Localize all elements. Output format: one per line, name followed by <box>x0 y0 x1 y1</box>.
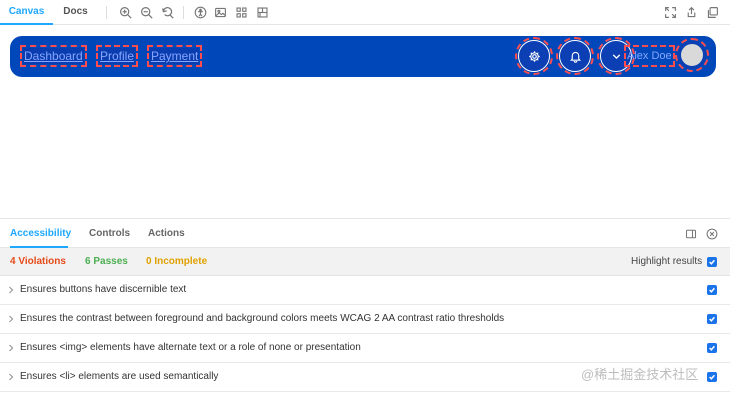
avatar[interactable] <box>675 38 709 72</box>
check-icon <box>709 374 715 380</box>
results-summary: 4 Violations 6 Passes 0 Incomplete Highl… <box>0 248 730 276</box>
top-toolbar: Canvas Docs <box>0 0 730 25</box>
rule-highlight-checkbox[interactable] <box>707 343 717 353</box>
chevron-right-icon <box>9 286 14 294</box>
violations-tab[interactable]: 4 Violations <box>10 248 66 276</box>
incomplete-tab[interactable]: 0 Incomplete <box>146 248 207 276</box>
chevron-right-icon <box>9 373 14 381</box>
tab-actions[interactable]: Actions <box>148 219 185 248</box>
check-icon <box>709 345 715 351</box>
rule-highlight-checkbox[interactable] <box>707 372 717 382</box>
rule-description: Ensures the contrast between foreground … <box>20 313 505 324</box>
bell-icon <box>569 51 581 63</box>
toolbar-divider <box>183 6 184 19</box>
rule-row[interactable]: Ensures the contrast between foreground … <box>0 305 730 334</box>
check-icon <box>709 287 715 293</box>
tab-canvas[interactable]: Canvas <box>0 0 53 25</box>
zoom-reset-icon[interactable] <box>159 4 175 20</box>
canvas-preview: Dashboard Profile Payment Alex Doe <box>0 26 730 218</box>
addon-panel-tabs: Accessibility Controls Actions <box>0 218 730 248</box>
zoom-out-icon[interactable] <box>138 4 154 20</box>
chevron-right-icon <box>9 344 14 352</box>
highlight-results-label: Highlight results <box>631 256 703 267</box>
notifications-button[interactable] <box>556 37 594 75</box>
rule-highlight-checkbox[interactable] <box>707 285 717 295</box>
user-name: Alex Doe <box>624 45 675 67</box>
tab-accessibility[interactable]: Accessibility <box>10 219 71 248</box>
rule-description: Ensures buttons have discernible text <box>20 284 187 295</box>
rule-row[interactable]: Ensures buttons have discernible text <box>0 276 730 305</box>
check-icon <box>709 316 715 322</box>
fullscreen-icon[interactable] <box>662 4 678 20</box>
chevron-right-icon <box>9 315 14 323</box>
background-image-icon[interactable] <box>212 4 228 20</box>
rule-description: Ensures <li> elements are used semantica… <box>20 371 219 382</box>
rule-row[interactable]: Ensures <img> elements have alternate te… <box>0 334 730 363</box>
grid-icon[interactable] <box>233 4 249 20</box>
tab-docs[interactable]: Docs <box>53 0 98 25</box>
watermark: @稀土掘金技术社区 <box>581 367 699 382</box>
close-panel-icon[interactable] <box>705 227 719 241</box>
toolbar-divider <box>106 6 107 19</box>
preview-navbar: Dashboard Profile Payment Alex Doe <box>10 36 716 77</box>
nav-link-payment[interactable]: Payment <box>146 45 203 67</box>
check-icon <box>709 259 715 265</box>
zoom-in-icon[interactable] <box>117 4 133 20</box>
nav-link-dashboard[interactable]: Dashboard <box>20 45 87 67</box>
passes-tab[interactable]: 6 Passes <box>85 248 128 276</box>
tab-controls[interactable]: Controls <box>89 219 130 248</box>
rule-description: Ensures <img> elements have alternate te… <box>20 342 361 353</box>
accessibility-icon[interactable] <box>192 4 208 20</box>
share-icon[interactable] <box>683 4 699 20</box>
highlight-results-checkbox[interactable] <box>707 257 717 267</box>
chevron-down-icon <box>612 53 620 59</box>
measure-icon[interactable] <box>254 4 270 20</box>
panel-layout-icon[interactable] <box>684 227 698 241</box>
rule-highlight-checkbox[interactable] <box>707 314 717 324</box>
nav-link-profile[interactable]: Profile <box>95 45 139 67</box>
settings-button[interactable] <box>515 37 553 75</box>
settings-icon <box>528 50 540 62</box>
copy-link-icon[interactable] <box>704 4 720 20</box>
